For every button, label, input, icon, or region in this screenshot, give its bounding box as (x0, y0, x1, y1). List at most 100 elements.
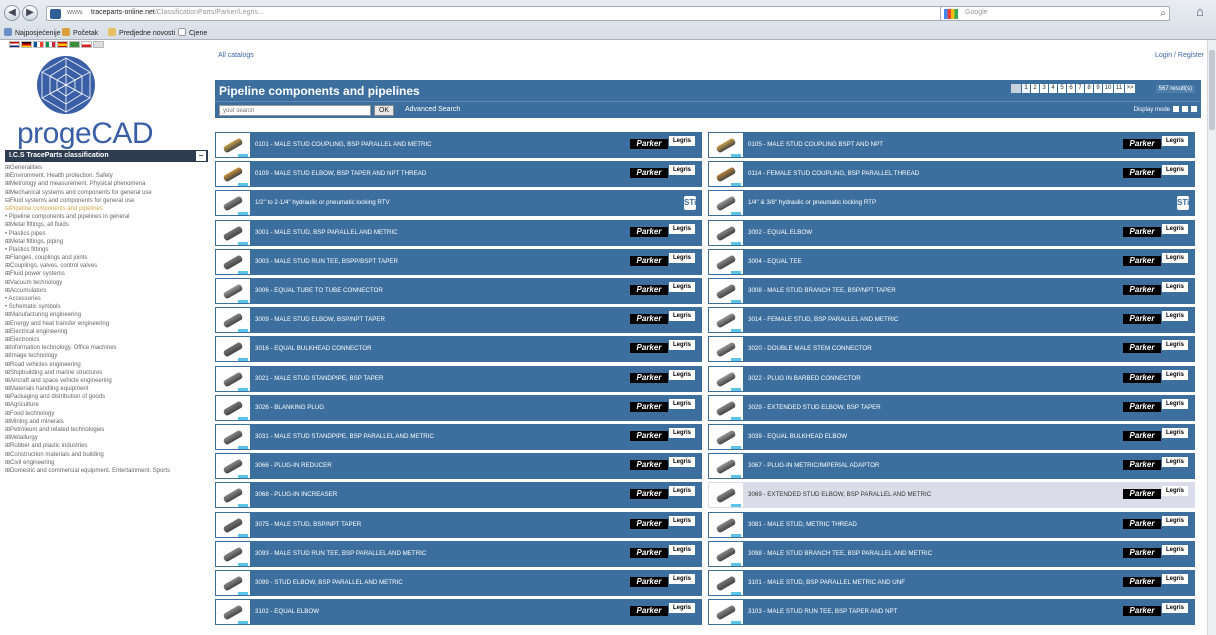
product-thumbnail[interactable] (709, 541, 743, 566)
product-name[interactable]: 3009 - MALE STUD ELBOW, BSP/NPT TAPER (255, 316, 625, 323)
product-item[interactable]: 3031 - MALE STUD STANDPIPE, BSP PARALLEL… (215, 424, 702, 450)
flag-icon[interactable] (33, 41, 44, 48)
tree-item[interactable]: ⊞Aircraft and space vehicle engineering (5, 377, 210, 385)
brand-logo[interactable]: Parker Legris (1123, 252, 1189, 272)
tree-item[interactable]: • Schematic symbols (5, 303, 210, 311)
tree-item[interactable]: ⊞Domestic and commercial equipment. Ente… (5, 467, 210, 475)
tree-item[interactable]: ⊞Materials handling equipment (5, 385, 210, 393)
brand-logo[interactable]: Parker Legris (630, 223, 696, 243)
brand-logo[interactable]: Parker Legris (630, 398, 696, 418)
tree-item[interactable]: ⊞Accumulators (5, 287, 210, 295)
tree-item[interactable]: ⊞Civil engineering (5, 459, 210, 467)
product-thumbnail[interactable] (216, 308, 250, 333)
page-link[interactable]: 6 (1067, 84, 1075, 93)
product-thumbnail[interactable] (216, 541, 250, 566)
flag-icon[interactable] (21, 41, 32, 48)
login-register-link[interactable]: Login / Register (1155, 52, 1204, 59)
product-name[interactable]: 1/4" & 3/8" hydraulic or pneumatic locki… (748, 199, 1118, 206)
product-thumbnail[interactable] (216, 571, 250, 595)
product-name[interactable]: 3067 - PLUG-IN METRIC/IMPERIAL ADAPTOR (748, 462, 1118, 469)
product-name[interactable]: 3001 - MALE STUD, BSP PARALLEL AND METRI… (255, 229, 625, 236)
tree-item[interactable]: ⊞Image technology (5, 352, 210, 360)
product-name[interactable]: 3101 - MALE STUD, BSP PARALLEL METRIC AN… (748, 579, 1118, 586)
brand-logo[interactable]: Parker Legris (630, 252, 696, 272)
product-item[interactable]: 3001 - MALE STUD, BSP PARALLEL AND METRI… (215, 219, 702, 246)
bookmark-item[interactable]: Cjene (178, 28, 207, 37)
grid-view-icon[interactable] (1173, 106, 1179, 112)
product-thumbnail[interactable] (709, 483, 743, 508)
product-item[interactable]: 1/4" & 3/8" hydraulic or pneumatic locki… (708, 190, 1195, 217)
product-name[interactable]: 0101 - MALE STUD COUPLING, BSP PARALLEL … (255, 141, 625, 148)
page-link[interactable]: 1 (1022, 84, 1030, 93)
scrollbar[interactable] (1207, 40, 1216, 635)
product-name[interactable]: 3075 - MALE STUD, BSP/NPT TAPER (255, 521, 625, 528)
brand-logo[interactable]: Parker Legris (1123, 427, 1189, 447)
detail-view-icon[interactable] (1191, 106, 1197, 112)
flag-icon[interactable] (93, 41, 104, 48)
tree-item[interactable]: ⊞Packaging and distribution of goods (5, 393, 210, 401)
product-thumbnail[interactable] (709, 133, 743, 157)
brand-logo[interactable]: Parker Legris (1123, 223, 1189, 243)
brand-logo[interactable]: Parker Legris (630, 485, 696, 505)
tree-item[interactable]: ⊞Metrology and measurement. Physical phe… (5, 180, 210, 188)
forward-icon[interactable]: ▶ (22, 5, 38, 21)
product-thumbnail[interactable] (709, 162, 743, 187)
product-item[interactable]: 3093 - MALE STUD RUN TEE, BSP PARALLEL A… (215, 540, 702, 567)
product-thumbnail[interactable] (216, 191, 250, 216)
product-name[interactable]: 3081 - MALE STUD, METRIC THREAD (748, 521, 1118, 528)
brand-logo[interactable]: Parker Legris (1123, 515, 1189, 535)
tree-item[interactable]: ⊞Food technology (5, 410, 210, 418)
product-thumbnail[interactable] (216, 600, 250, 625)
brand-logo[interactable]: Parker Legris (1123, 164, 1189, 184)
tree-item[interactable]: ⊞Metallurgy (5, 434, 210, 442)
product-name[interactable]: 3004 - EQUAL TEE (748, 258, 1118, 265)
brand-logo[interactable]: Parker Legris (1123, 485, 1189, 505)
product-item[interactable]: 0114 - FEMALE STUD COUPLING, BSP PARALLE… (708, 161, 1195, 188)
product-thumbnail[interactable] (709, 220, 743, 245)
collapse-icon[interactable]: − (196, 151, 206, 161)
brand-logo[interactable]: Parker Legris (630, 544, 696, 564)
product-item[interactable]: 3068 - PLUG-IN INCREASER Parker Legris (215, 482, 702, 509)
tree-item[interactable]: ⊞Mechanical systems and components for g… (5, 189, 210, 197)
product-name[interactable]: 3014 - FEMALE STUD, BSP PARALLEL AND MET… (748, 316, 1118, 323)
back-icon[interactable]: ◀ (4, 5, 20, 21)
tree-item[interactable]: • Pipeline components and pipelines in g… (5, 213, 210, 221)
page-link[interactable]: 5 (1058, 84, 1066, 93)
brand-logo[interactable]: Parker Legris (1123, 602, 1189, 622)
product-thumbnail[interactable] (216, 279, 250, 303)
brand-logo[interactable]: Parker Legris (630, 573, 696, 593)
product-name[interactable]: 3020 - DOUBLE MALE STEM CONNECTOR (748, 345, 1118, 352)
brand-logo[interactable]: Parker Legris (630, 427, 696, 447)
product-name[interactable]: 3069 - EXTENDED STUD ELBOW, BSP PARALLEL… (748, 491, 1118, 498)
tree-item[interactable]: ⊞Mining and minerals (5, 418, 210, 426)
brand-logo[interactable]: Parker Legris (630, 602, 696, 622)
tree-item[interactable]: ⊞Metal fittings, all fluids (5, 221, 210, 229)
list-view-icon[interactable] (1182, 106, 1188, 112)
product-thumbnail[interactable] (216, 133, 250, 157)
address-bar[interactable]: www. traceparts-online.net/Classificatio… (46, 6, 960, 21)
page-link[interactable]: 4 (1049, 84, 1057, 93)
tree-item[interactable]: ⊞Energy and heat transfer engineering (5, 320, 210, 328)
tree-item[interactable]: ⊞Agriculture (5, 401, 210, 409)
tree-item[interactable]: ⊞Information technology. Office machines (5, 344, 210, 352)
product-thumbnail[interactable] (216, 249, 250, 274)
product-name[interactable]: 0114 - FEMALE STUD COUPLING, BSP PARALLE… (748, 170, 1118, 177)
product-item[interactable]: 3009 - MALE STUD ELBOW, BSP/NPT TAPER Par… (215, 307, 702, 334)
product-item[interactable]: 3008 - MALE STUD BRANCH TEE, BSP/NPT TAP… (708, 278, 1195, 304)
tree-item[interactable]: ⊞Rubber and plastic industries (5, 442, 210, 450)
product-thumbnail[interactable] (709, 395, 743, 420)
tree-item[interactable]: ⊞Electronics (5, 336, 210, 344)
product-name[interactable]: 3093 - MALE STUD RUN TEE, BSP PARALLEL A… (255, 550, 625, 557)
advanced-search-link[interactable]: Advanced Search (405, 106, 460, 113)
brand-logo[interactable]: STi (1123, 193, 1189, 213)
tree-item[interactable]: ⊞Couplings, valves, control valves (5, 262, 210, 270)
product-name[interactable]: 3021 - MALE STUD STANDPIPE, BSP TAPER (255, 375, 625, 382)
brand-logo[interactable]: Parker Legris (1123, 369, 1189, 389)
product-item[interactable]: 3098 - MALE STUD BRANCH TEE, BSP PARALLE… (708, 540, 1195, 567)
tree-item[interactable]: ⊞Environment. Health protection. Safety (5, 172, 210, 180)
tree-item[interactable]: ⊞Petroleum and related technologies (5, 426, 210, 434)
product-thumbnail[interactable] (216, 395, 250, 420)
product-name[interactable]: 1/2" to 2-1/4" hydraulic or pneumatic lo… (255, 199, 625, 206)
tree-item[interactable]: ⊞Flanges, couplings and joints (5, 254, 210, 262)
product-item[interactable]: 3003 - MALE STUD RUN TEE, BSPP/BSPT TAPE… (215, 248, 702, 275)
